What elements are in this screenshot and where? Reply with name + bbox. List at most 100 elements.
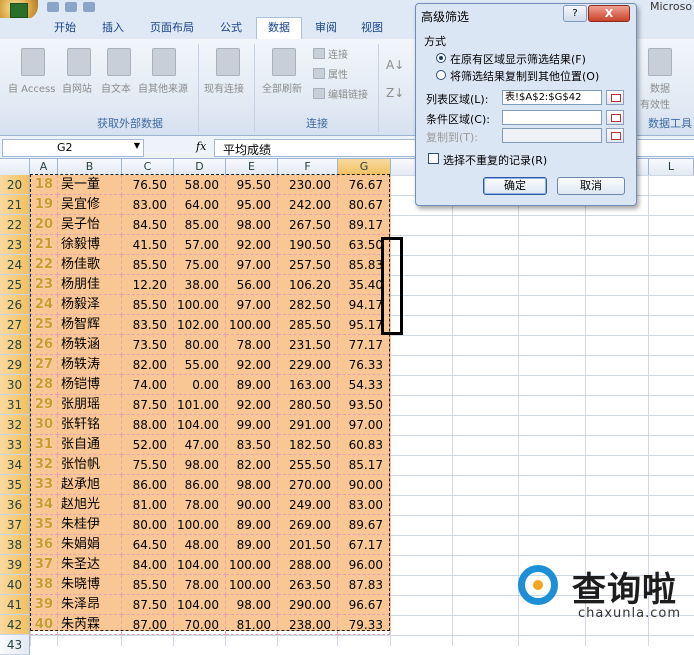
properties-icon [313,68,325,79]
criteria-range-input[interactable] [502,110,602,125]
tab-review[interactable]: 审阅 [308,19,344,37]
tab-page-layout[interactable]: 页面布局 [142,19,202,37]
tab-data[interactable]: 数据 [256,17,302,40]
fx-icon[interactable]: fx [196,140,206,153]
copy-to-input [502,128,602,143]
row-header[interactable]: 37 [0,515,30,535]
from-text-button[interactable]: 自文本 [101,80,131,95]
tab-home[interactable]: 开始 [46,19,84,37]
ok-button[interactable]: 确定 [483,177,547,195]
group-separator [378,44,379,132]
column-header-d[interactable]: D [174,159,226,175]
mode-label: 方式 [424,35,446,48]
help-button[interactable]: ? [563,5,587,22]
dialog-title: 高级筛选 [421,10,470,24]
unique-records-label[interactable]: 选择不重复的记录(R) [443,152,547,168]
row-header[interactable]: 26 [0,295,30,315]
group-label-data-tools: 数据工具 [648,117,692,130]
list-range-input[interactable]: 表!$A$2:$G$42 [502,90,602,105]
row-header[interactable]: 27 [0,315,30,335]
row-header[interactable]: 25 [0,275,30,295]
other-sources-icon [152,48,176,76]
from-other-sources-button[interactable]: 自其他来源 [138,80,188,95]
close-button[interactable]: X [588,5,630,22]
column-header-b[interactable]: B [58,159,122,175]
window-title: Microso [650,0,693,13]
tab-formulas[interactable]: 公式 [212,19,250,37]
column-header-g[interactable]: G [338,159,391,175]
row-header[interactable]: 34 [0,455,30,475]
row-header[interactable]: 23 [0,235,30,255]
criteria-range-label: 条件区域(C): [426,113,490,126]
row-header[interactable]: 36 [0,495,30,515]
tab-insert[interactable]: 插入 [94,19,132,37]
redo-icon[interactable] [83,2,95,12]
access-icon [21,48,45,76]
column-header-l[interactable]: L [649,159,694,175]
row-header[interactable]: 22 [0,215,30,235]
row-header[interactable]: 28 [0,335,30,355]
column-header-e[interactable]: E [226,159,278,175]
group-separator [254,44,255,132]
row-header[interactable]: 40 [0,575,30,595]
row-header[interactable]: 39 [0,555,30,575]
criteria-range-picker-icon[interactable] [606,110,624,125]
connections-icon [313,48,325,59]
refresh-icon [272,48,296,76]
sort-az-icon[interactable]: A↓ [386,58,404,72]
list-range-picker-icon[interactable] [606,90,624,105]
row-header[interactable]: 33 [0,435,30,455]
option-copy-label[interactable]: 将筛选结果复制到其他位置(O) [450,68,599,84]
row-header[interactable]: 32 [0,415,30,435]
copy-to-label: 复制到(T): [426,131,479,144]
text-file-icon [107,48,131,76]
row-header[interactable]: 30 [0,375,30,395]
tab-view[interactable]: 视图 [354,19,390,37]
column-header-a[interactable]: A [30,159,58,175]
quick-access-toolbar[interactable] [44,0,134,14]
existing-connections-icon [216,48,240,76]
list-range-marquee [30,174,390,631]
row-header[interactable]: 29 [0,355,30,375]
office-button[interactable] [0,0,38,20]
select-all-corner[interactable] [0,159,30,175]
undo-icon[interactable] [65,2,77,12]
option-in-place-label[interactable]: 在原有区域显示筛选结果(F) [450,51,586,67]
edit-links-button[interactable]: 编辑链接 [313,86,368,101]
row-header[interactable]: 21 [0,195,30,215]
row-header[interactable]: 31 [0,395,30,415]
column-header-f[interactable]: F [278,159,338,175]
copy-to-picker-icon [606,128,624,143]
data-button[interactable]: 数据 [650,80,670,95]
chevron-down-icon[interactable]: ▼ [134,141,140,150]
row-header[interactable]: 41 [0,595,30,615]
save-icon[interactable] [47,2,59,12]
column-header-c[interactable]: C [122,159,174,175]
radio-filter-in-place[interactable] [436,53,446,63]
row-header[interactable]: 35 [0,475,30,495]
validity-button[interactable]: 有效性 [640,96,670,111]
existing-connections-button[interactable]: 现有连接 [204,80,244,95]
data-validation-icon [648,48,672,76]
watermark-logo-icon [518,565,558,605]
name-box[interactable]: G2 ▼ [2,139,144,157]
group-label-connections: 连接 [306,117,328,130]
list-range-label: 列表区域(L): [426,93,489,106]
row-header[interactable]: 24 [0,255,30,275]
from-access-button[interactable]: 自 Access [8,80,55,95]
sort-za-icon[interactable]: Z↓ [386,86,404,100]
web-icon [67,48,91,76]
row-header[interactable]: 43 [0,635,30,655]
from-web-button[interactable]: 自网站 [62,80,92,95]
row-header[interactable]: 42 [0,615,30,635]
refresh-all-button[interactable]: 全部刷新 [262,80,302,95]
edit-links-icon [313,88,325,99]
row-header[interactable]: 20 [0,175,30,195]
unique-records-checkbox[interactable] [428,153,439,164]
connections-button[interactable]: 连接 [313,46,348,61]
group-label-get-external-data: 获取外部数据 [97,117,163,130]
properties-button[interactable]: 属性 [313,66,348,81]
row-header[interactable]: 38 [0,535,30,555]
radio-copy-to-other[interactable] [436,70,446,80]
cancel-button[interactable]: 取消 [557,177,625,195]
